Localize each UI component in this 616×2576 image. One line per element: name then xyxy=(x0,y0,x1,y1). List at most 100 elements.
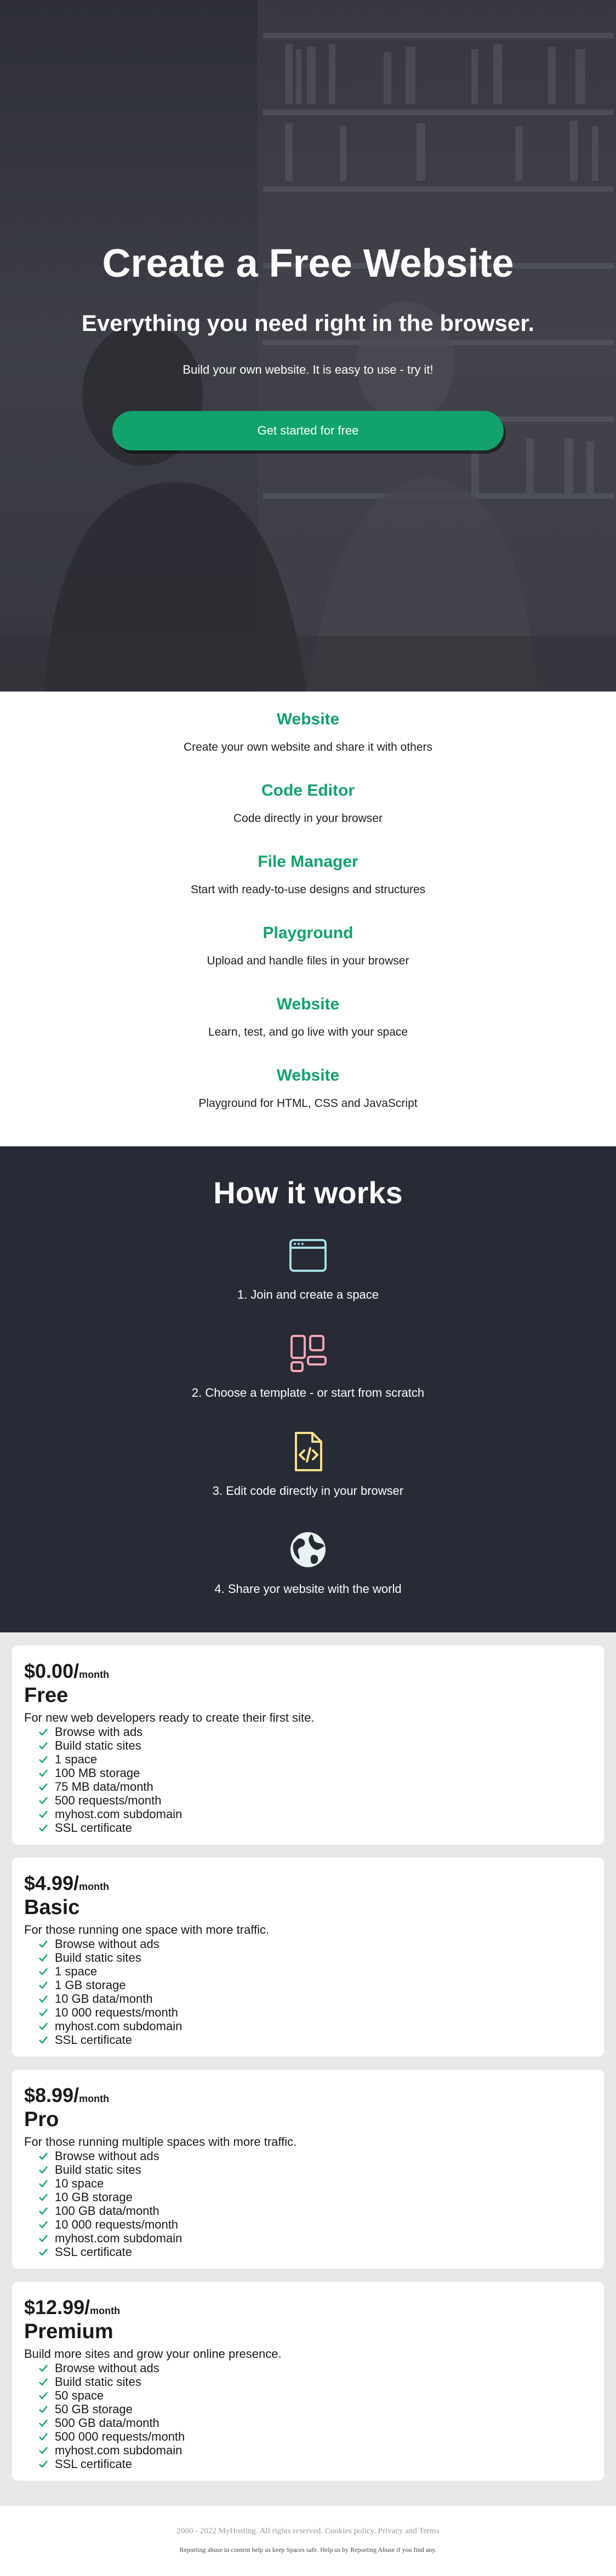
plan-feature-text: 10 000 requests/month xyxy=(55,2218,179,2231)
plan-feature: myhost.com subdomain xyxy=(37,2443,592,2457)
plan-description: For those running one space with more tr… xyxy=(24,1923,270,1937)
plan-feature-text: 10 000 requests/month xyxy=(55,2006,179,2019)
step-text: 3. Edit code directly in your browser xyxy=(212,1484,404,1498)
plan-feature: Build static sites xyxy=(37,2375,592,2389)
hero-description: Build your own website. It is easy to us… xyxy=(182,363,434,376)
feature-text: Start with ready-to-use designs and stru… xyxy=(190,883,426,896)
check-icon xyxy=(39,1995,48,2003)
plan-feature: 10 GB storage xyxy=(37,2190,592,2204)
feature-title: File Manager xyxy=(258,853,358,871)
check-icon xyxy=(39,1967,48,1975)
plan-feature-list: Browse without ads Build static sites 1 … xyxy=(24,1937,592,2047)
plan-feature-text: Browse without ads xyxy=(55,1937,159,1951)
check-icon xyxy=(39,1783,48,1791)
plan-feature: myhost.com subdomain xyxy=(37,2231,592,2245)
feature-title: Website xyxy=(276,1066,340,1084)
plan-feature: myhost.com subdomain xyxy=(37,2019,592,2033)
template-layout-icon xyxy=(290,1335,327,1372)
cookies-policy-link[interactable]: Cookies policy. xyxy=(325,2527,376,2535)
check-icon xyxy=(39,2166,48,2174)
plan-description: For those running multiple spaces with m… xyxy=(24,2135,297,2149)
plan-feature-list: Browse without ads Build static sites 10… xyxy=(24,2149,592,2259)
check-icon xyxy=(39,2405,48,2413)
check-icon xyxy=(39,1824,48,1832)
plan-price: $12.99/ xyxy=(24,2296,90,2318)
feature-item: Website Learn, test, and go live with yo… xyxy=(0,993,616,1064)
plan-feature-text: 50 GB storage xyxy=(55,2402,133,2416)
globe-icon xyxy=(290,1532,326,1567)
plan-feature: 500 GB data/month xyxy=(37,2416,592,2430)
check-icon xyxy=(39,2022,48,2030)
feature-title: Website xyxy=(276,710,340,728)
plan-feature: 500 000 requests/month xyxy=(37,2430,592,2443)
hero-content: Create a Free Website Everything you nee… xyxy=(0,241,616,450)
check-icon xyxy=(39,2008,48,2017)
step-item: 2. Choose a template - or start from scr… xyxy=(0,1332,616,1430)
plan-feature-text: myhost.com subdomain xyxy=(55,2019,182,2033)
plan-feature: 50 space xyxy=(37,2389,592,2402)
plan-feature: Browse without ads xyxy=(37,2149,592,2163)
plan-feature-text: 1 GB storage xyxy=(55,1978,126,1992)
feature-item: Website Create your own website and shar… xyxy=(0,708,616,779)
plan-feature: SSL certificate xyxy=(37,1821,592,1835)
copyright-text: 2000 - 2022 MyHosting. All rights reserv… xyxy=(176,2527,323,2535)
plan-feature-text: Browse with ads xyxy=(55,1725,143,1739)
get-started-button[interactable]: Get started for free xyxy=(112,411,504,450)
feature-text: Create your own website and share it wit… xyxy=(183,741,433,753)
plan-price: $0.00/ xyxy=(24,1660,79,1682)
feature-text: Playground for HTML, CSS and JavaScript xyxy=(198,1097,418,1110)
feature-item: Website Playground for HTML, CSS and Jav… xyxy=(0,1064,616,1135)
plan-feature: SSL certificate xyxy=(37,2457,592,2471)
how-it-works-section: How it works 1. Join and create a space … xyxy=(0,1146,616,1632)
plan-price: $4.99/ xyxy=(24,1872,79,1894)
plan-feature: Build static sites xyxy=(37,1951,592,1964)
step-item: 1. Join and create a space xyxy=(0,1233,616,1332)
plan-feature-text: 10 GB storage xyxy=(55,2190,133,2204)
plan-feature-text: 50 space xyxy=(55,2389,104,2402)
pricing-section: $0.00/month Free For new web developers … xyxy=(0,1632,616,2506)
step-item: 4. Share yor website with the world xyxy=(0,1528,616,1626)
plan-feature-text: 500 requests/month xyxy=(55,1794,162,1807)
feature-item: Playground Upload and handle files in yo… xyxy=(0,922,616,993)
plan-feature-list: Browse with ads Build static sites 1 spa… xyxy=(24,1725,592,1835)
check-icon xyxy=(39,2179,48,2187)
how-title: How it works xyxy=(213,1175,403,1210)
check-icon xyxy=(39,2432,48,2441)
plan-feature-text: Build static sites xyxy=(55,1739,141,1752)
pricing-card-basic: $4.99/month Basic For those running one … xyxy=(12,1858,604,2057)
privacy-terms-link[interactable]: Privacy and Terms xyxy=(378,2527,440,2535)
plan-feature: 75 MB data/month xyxy=(37,1780,592,1794)
feature-text: Upload and handle files in your browser xyxy=(207,955,409,967)
plan-period: month xyxy=(79,1669,110,1680)
browser-window-icon xyxy=(289,1239,327,1272)
plan-feature: Browse without ads xyxy=(37,1937,592,1951)
plan-feature-text: 500 000 requests/month xyxy=(55,2430,185,2443)
check-icon xyxy=(39,2248,48,2256)
plan-feature: myhost.com subdomain xyxy=(37,1807,592,1821)
plan-feature-text: SSL certificate xyxy=(55,1821,133,1835)
features-section: Website Create your own website and shar… xyxy=(0,692,616,1146)
feature-item: File Manager Start with ready-to-use des… xyxy=(0,850,616,922)
step-text: 1. Join and create a space xyxy=(237,1288,379,1301)
plan-period: month xyxy=(79,1881,110,1892)
plan-feature-text: 1 space xyxy=(55,1964,98,1978)
plan-name: Basic xyxy=(24,1896,80,1919)
plan-feature: 50 GB storage xyxy=(37,2402,592,2416)
check-icon xyxy=(39,2234,48,2242)
code-file-icon xyxy=(295,1432,322,1471)
plan-feature-text: myhost.com subdomain xyxy=(55,2231,182,2245)
plan-feature: Build static sites xyxy=(37,1739,592,1752)
plan-feature: SSL certificate xyxy=(37,2245,592,2259)
check-icon xyxy=(39,2036,48,2044)
plan-feature: 1 space xyxy=(37,1752,592,1766)
plan-feature: 10 000 requests/month xyxy=(37,2006,592,2019)
hero-subtitle: Everything you need right in the browser… xyxy=(81,310,535,336)
plan-feature-text: 10 GB data/month xyxy=(55,1992,153,2006)
plan-feature-text: Browse without ads xyxy=(55,2361,159,2375)
plan-feature: Browse without ads xyxy=(37,2361,592,2375)
plan-feature-text: myhost.com subdomain xyxy=(55,1807,182,1821)
plan-feature: 500 requests/month xyxy=(37,1794,592,1807)
plan-period: month xyxy=(79,2093,110,2104)
check-icon xyxy=(39,1981,48,1989)
plan-feature-text: 1 space xyxy=(55,1752,98,1766)
